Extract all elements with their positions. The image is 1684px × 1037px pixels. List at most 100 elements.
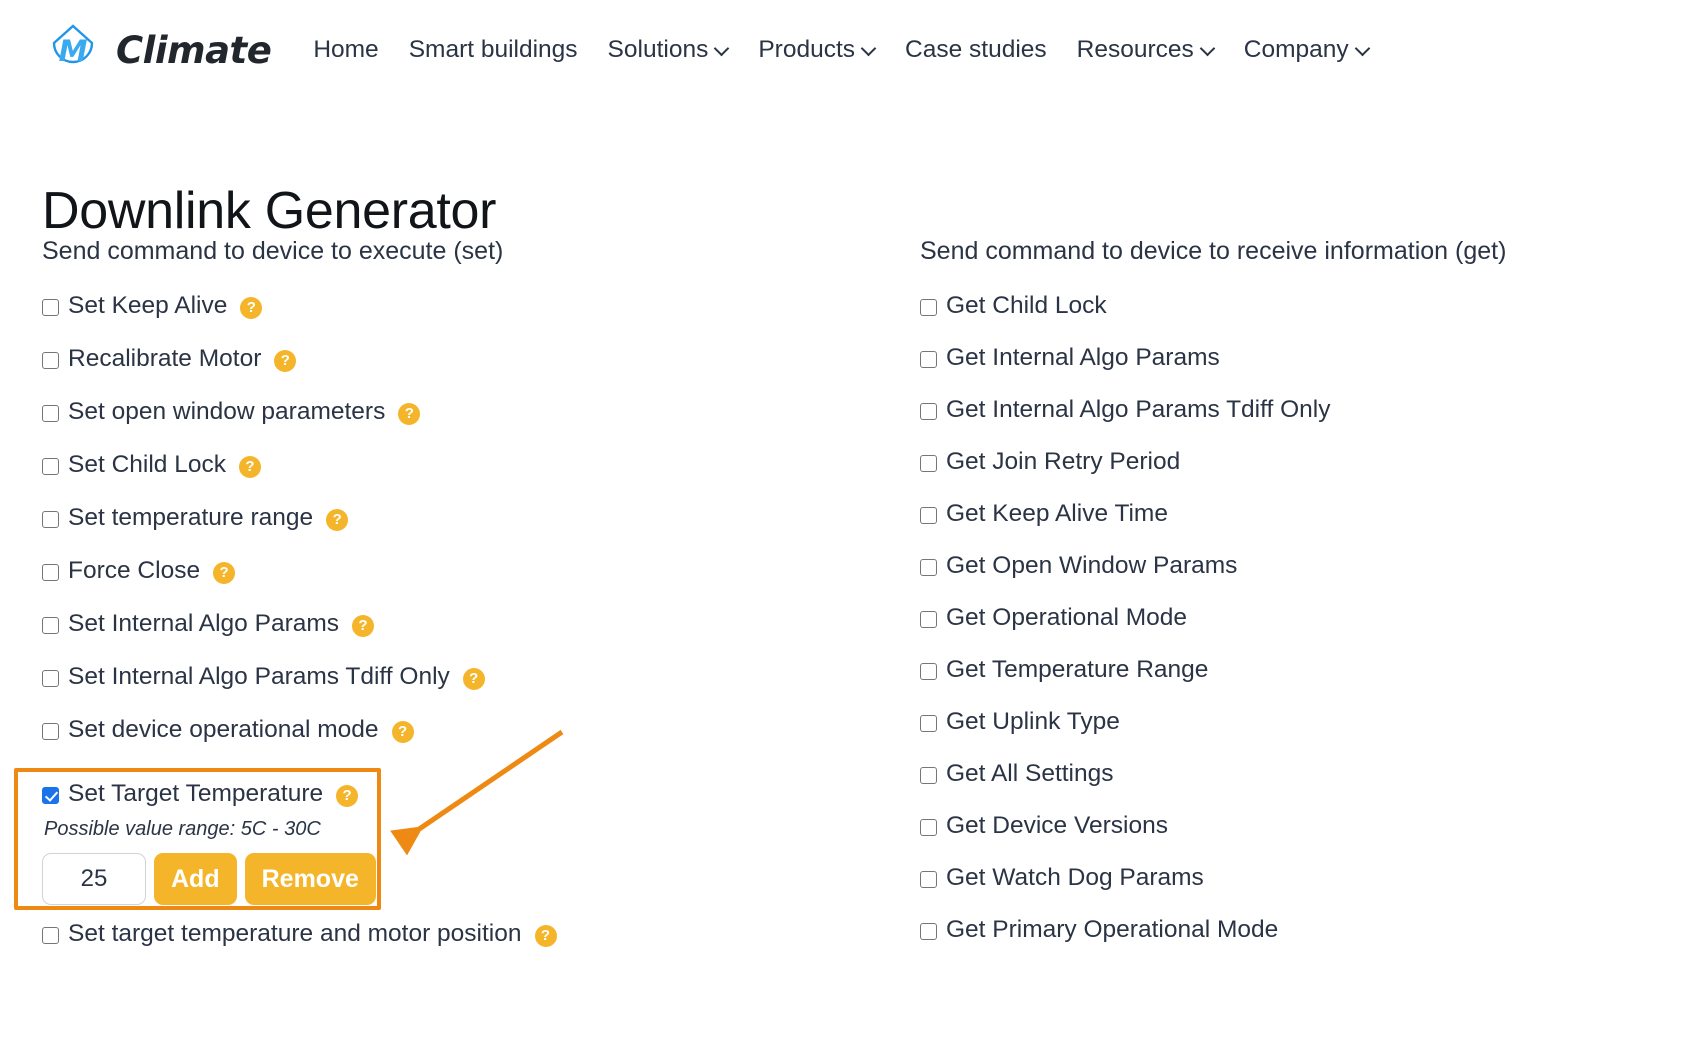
get-operational-mode-row[interactable]: Get Operational Mode: [920, 602, 1660, 635]
force-close-row[interactable]: Force Close ?: [42, 555, 882, 588]
help-icon[interactable]: ?: [274, 349, 297, 372]
get-uplink-type-checkbox[interactable]: [920, 715, 937, 732]
help-icon[interactable]: ?: [240, 296, 263, 319]
set-open-window-parameters-row[interactable]: Set open window parameters ?: [42, 396, 882, 429]
set-internal-algo-params-row[interactable]: Set Internal Algo Params ?: [42, 608, 882, 641]
set-keep-alive-checkbox[interactable]: [42, 299, 59, 316]
get-primary-operational-mode-label: Get Primary Operational Mode: [946, 916, 1279, 944]
m-climate-logo-icon: M: [44, 21, 102, 79]
set-keep-alive-row[interactable]: Set Keep Alive ?: [42, 290, 882, 323]
set-open-window-parameters-label: Set open window parameters: [68, 398, 386, 426]
set-child-lock-row[interactable]: Set Child Lock ?: [42, 449, 882, 482]
downlink-generator-page: M Climate Home Smart buildings Solutions…: [0, 0, 1684, 1037]
set-target-temperature-and-motor-position-checkbox[interactable]: [42, 927, 59, 944]
help-icon[interactable]: ?: [534, 924, 557, 947]
get-internal-algo-params-row[interactable]: Get Internal Algo Params: [920, 342, 1660, 375]
set-temperature-range-row[interactable]: Set temperature range ?: [42, 502, 882, 535]
set-open-window-parameters-checkbox[interactable]: [42, 405, 59, 422]
get-temperature-range-row[interactable]: Get Temperature Range: [920, 654, 1660, 687]
get-keep-alive-time-checkbox[interactable]: [920, 507, 937, 524]
set-target-temperature-row[interactable]: Set Target Temperature ?: [42, 778, 382, 811]
get-temperature-range-checkbox[interactable]: [920, 663, 937, 680]
get-device-versions-row[interactable]: Get Device Versions: [920, 810, 1660, 843]
get-all-settings-row[interactable]: Get All Settings: [920, 758, 1660, 791]
get-internal-algo-params-tdiff-only-checkbox[interactable]: [920, 403, 937, 420]
page-title: Downlink Generator: [42, 181, 497, 240]
site-header: M Climate Home Smart buildings Solutions…: [0, 0, 1684, 100]
recalibrate-motor-row[interactable]: Recalibrate Motor ?: [42, 343, 882, 376]
chevron-down-icon: [1356, 42, 1369, 55]
help-icon[interactable]: ?: [238, 455, 261, 478]
help-icon[interactable]: ?: [391, 720, 414, 743]
nav-item-company[interactable]: Company: [1243, 35, 1369, 63]
set-device-operational-mode-row[interactable]: Set device operational mode ?: [42, 714, 882, 747]
get-commands-column: Send command to device to receive inform…: [920, 236, 1660, 966]
nav-item-smart-buildings[interactable]: Smart buildings: [409, 37, 578, 63]
get-all-settings-label: Get All Settings: [946, 760, 1114, 788]
set-target-temperature-block: Set Target Temperature ? Possible value …: [42, 778, 382, 905]
nav-item-solutions[interactable]: Solutions: [607, 35, 729, 63]
get-operational-mode-label: Get Operational Mode: [946, 604, 1188, 632]
get-primary-operational-mode-checkbox[interactable]: [920, 923, 937, 940]
get-device-versions-checkbox[interactable]: [920, 819, 937, 836]
get-all-settings-checkbox[interactable]: [920, 767, 937, 784]
nav-label: Home: [313, 35, 379, 63]
nav-label: Products: [758, 35, 856, 63]
set-column-heading: Send command to device to execute (set): [42, 237, 504, 265]
nav-item-home[interactable]: Home: [313, 35, 379, 63]
get-open-window-params-row[interactable]: Get Open Window Params: [920, 550, 1660, 583]
help-icon[interactable]: ?: [213, 561, 236, 584]
set-temperature-range-checkbox[interactable]: [42, 511, 59, 528]
help-icon[interactable]: ?: [462, 667, 485, 690]
get-uplink-type-row[interactable]: Get Uplink Type: [920, 706, 1660, 739]
set-target-temperature-checkbox[interactable]: [42, 787, 59, 804]
set-target-temperature-and-motor-position-row[interactable]: Set target temperature and motor positio…: [42, 918, 557, 951]
get-internal-algo-params-tdiff-only-row[interactable]: Get Internal Algo Params Tdiff Only: [920, 394, 1660, 427]
nav-label: Company: [1243, 35, 1349, 63]
nav-item-products[interactable]: Products: [758, 35, 875, 63]
set-target-temperature-and-motor-position-label: Set target temperature and motor positio…: [68, 920, 522, 948]
get-primary-operational-mode-row[interactable]: Get Primary Operational Mode: [920, 914, 1660, 947]
force-close-checkbox[interactable]: [42, 564, 59, 581]
get-join-retry-period-row[interactable]: Get Join Retry Period: [920, 446, 1660, 479]
set-temperature-range-label: Set temperature range: [68, 504, 314, 532]
get-internal-algo-params-checkbox[interactable]: [920, 351, 937, 368]
help-icon[interactable]: ?: [352, 614, 375, 637]
target-temperature-input[interactable]: [42, 853, 146, 905]
set-internal-algo-params-tdiff-only-row[interactable]: Set Internal Algo Params Tdiff Only ?: [42, 661, 882, 694]
get-open-window-params-checkbox[interactable]: [920, 559, 937, 576]
set-device-operational-mode-checkbox[interactable]: [42, 723, 59, 740]
force-close-label: Force Close: [68, 557, 201, 585]
get-keep-alive-time-row[interactable]: Get Keep Alive Time: [920, 498, 1660, 531]
nav-item-resources[interactable]: Resources: [1077, 37, 1214, 63]
remove-button[interactable]: Remove: [244, 853, 376, 905]
recalibrate-motor-label: Recalibrate Motor: [68, 345, 262, 373]
get-temperature-range-label: Get Temperature Range: [946, 656, 1209, 684]
recalibrate-motor-checkbox[interactable]: [42, 352, 59, 369]
brand-logo-link[interactable]: M Climate: [44, 21, 272, 79]
set-internal-algo-params-tdiff-only-checkbox[interactable]: [42, 670, 59, 687]
chevron-down-icon: [715, 42, 728, 55]
set-internal-algo-params-tdiff-only-label: Set Internal Algo Params Tdiff Only: [68, 663, 450, 691]
get-child-lock-checkbox[interactable]: [920, 299, 937, 316]
target-temperature-range-hint: Possible value range: 5C - 30C: [44, 818, 321, 840]
help-icon[interactable]: ?: [398, 402, 421, 425]
help-icon[interactable]: ?: [326, 508, 349, 531]
get-watch-dog-params-checkbox[interactable]: [920, 871, 937, 888]
set-child-lock-checkbox[interactable]: [42, 458, 59, 475]
get-device-versions-label: Get Device Versions: [946, 812, 1168, 840]
svg-text:M: M: [59, 34, 88, 68]
nav-label: Solutions: [607, 35, 709, 63]
help-icon[interactable]: ?: [336, 784, 359, 807]
set-internal-algo-params-checkbox[interactable]: [42, 617, 59, 634]
get-join-retry-period-checkbox[interactable]: [920, 455, 937, 472]
get-internal-algo-params-tdiff-only-label: Get Internal Algo Params Tdiff Only: [946, 396, 1331, 424]
add-button[interactable]: Add: [154, 853, 237, 905]
nav-item-case-studies[interactable]: Case studies: [905, 37, 1047, 63]
get-watch-dog-params-row[interactable]: Get Watch Dog Params: [920, 862, 1660, 895]
get-open-window-params-label: Get Open Window Params: [946, 552, 1238, 580]
set-internal-algo-params-label: Set Internal Algo Params: [68, 610, 340, 638]
set-child-lock-label: Set Child Lock: [68, 451, 226, 479]
get-operational-mode-checkbox[interactable]: [920, 611, 937, 628]
get-child-lock-row[interactable]: Get Child Lock: [920, 290, 1660, 323]
